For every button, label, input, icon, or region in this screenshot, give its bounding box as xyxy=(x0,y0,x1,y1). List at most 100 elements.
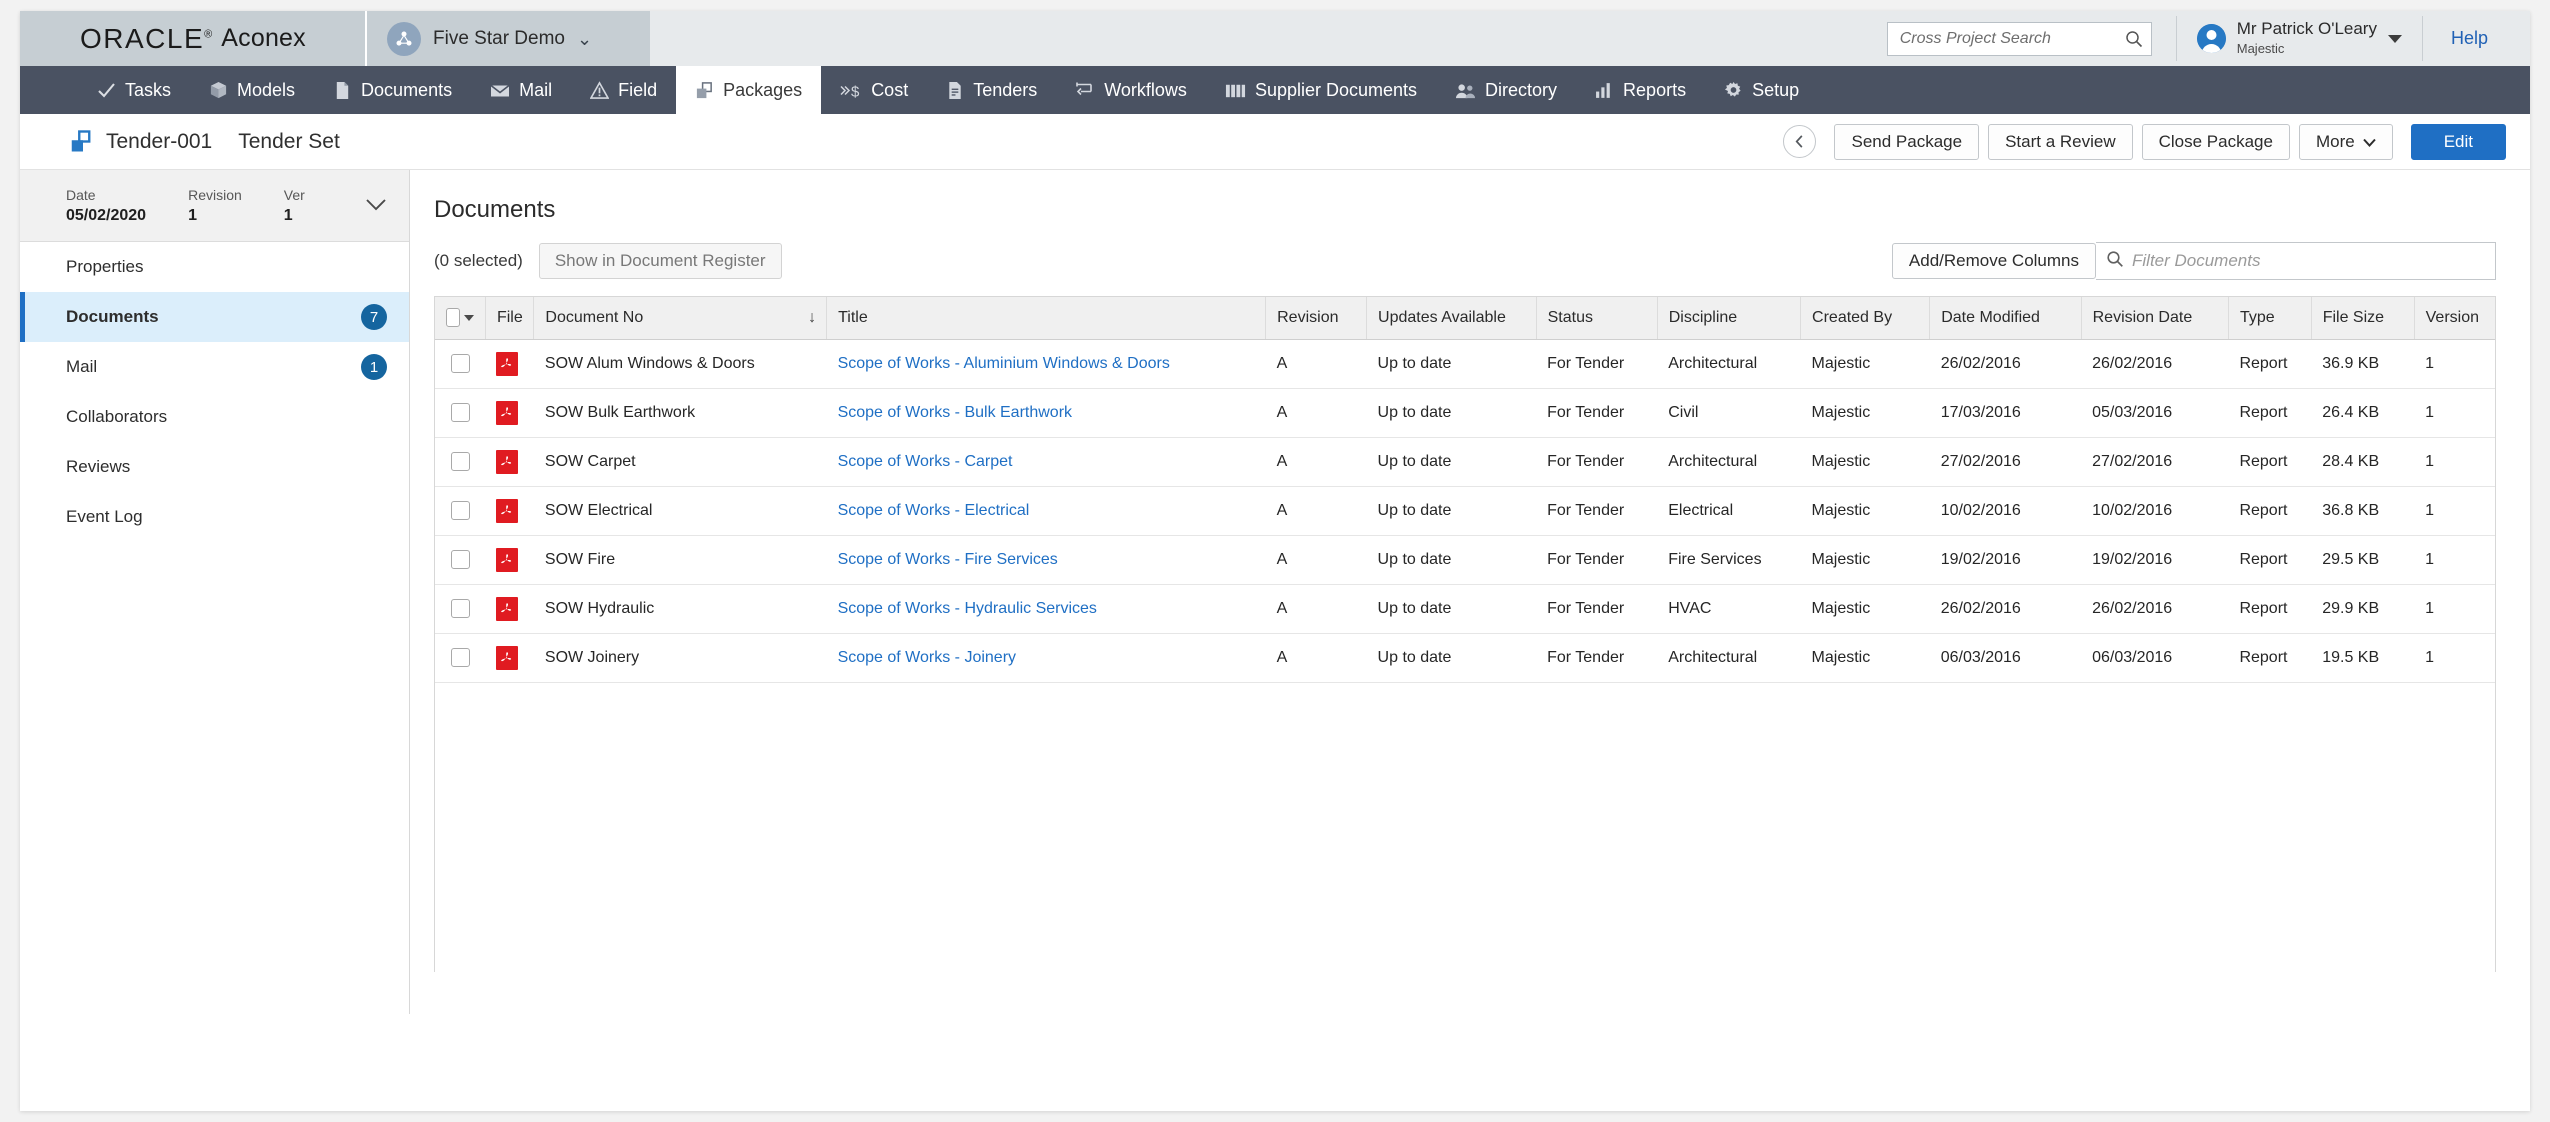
table-row[interactable]: SOW CarpetScope of Works - CarpetAUp to … xyxy=(435,437,2495,486)
row-checkbox[interactable] xyxy=(451,501,470,520)
edit-button[interactable]: Edit xyxy=(2411,124,2506,160)
document-title-link[interactable]: Scope of Works - Carpet xyxy=(838,453,1013,470)
nav-label: Reports xyxy=(1623,80,1686,101)
nav-item-documents[interactable]: Documents xyxy=(314,66,471,114)
pdf-icon xyxy=(496,499,518,523)
column-header-created-by[interactable]: Created By xyxy=(1801,297,1930,339)
filter-input[interactable] xyxy=(2132,251,2485,271)
row-checkbox-cell xyxy=(435,486,485,535)
chevron-down-icon[interactable] xyxy=(365,195,387,216)
sidebar-item-mail[interactable]: Mail 1 xyxy=(20,342,409,392)
sidebar-item-event-log[interactable]: Event Log xyxy=(20,492,409,542)
user-menu[interactable]: Mr Patrick O'Leary Majestic xyxy=(2176,16,2423,61)
project-selector[interactable]: Five Star Demo ⌄ xyxy=(365,11,650,66)
nav-label: Setup xyxy=(1752,80,1799,101)
show-in-document-register-button[interactable]: Show in Document Register xyxy=(539,243,782,279)
column-header-revision[interactable]: Revision xyxy=(1266,297,1367,339)
row-checkbox[interactable] xyxy=(451,452,470,471)
revision-cell: A xyxy=(1266,535,1367,584)
table-row[interactable]: SOW ElectricalScope of Works - Electrica… xyxy=(435,486,2495,535)
packages-icon xyxy=(695,81,714,100)
send-package-button[interactable]: Send Package xyxy=(1834,124,1979,160)
document-title-link[interactable]: Scope of Works - Aluminium Windows & Doo… xyxy=(838,355,1170,372)
sidebar-item-collaborators[interactable]: Collaborators xyxy=(20,392,409,442)
row-checkbox[interactable] xyxy=(451,550,470,569)
date-modified-cell: 26/02/2016 xyxy=(1930,339,2081,388)
table-row[interactable]: SOW Alum Windows & DoorsScope of Works -… xyxy=(435,339,2495,388)
nav-item-setup[interactable]: Setup xyxy=(1705,66,1818,114)
nav-item-cost[interactable]: $ Cost xyxy=(821,66,927,114)
date-modified-cell: 10/02/2016 xyxy=(1930,486,2081,535)
document-title-link[interactable]: Scope of Works - Bulk Earthwork xyxy=(838,404,1072,421)
column-header-revision-date[interactable]: Revision Date xyxy=(2081,297,2228,339)
nav-item-packages[interactable]: Packages xyxy=(676,66,821,114)
nav-label: Cost xyxy=(871,80,908,101)
table-row[interactable]: SOW HydraulicScope of Works - Hydraulic … xyxy=(435,584,2495,633)
bar-chart-icon xyxy=(1595,81,1614,100)
column-header-updates-available[interactable]: Updates Available xyxy=(1367,297,1537,339)
column-header-date-modified[interactable]: Date Modified xyxy=(1930,297,2081,339)
documents-toolbar: (0 selected) Show in Document Register A… xyxy=(434,242,2496,280)
nav-item-directory[interactable]: Directory xyxy=(1436,66,1576,114)
start-a-review-button[interactable]: Start a Review xyxy=(1988,124,2133,160)
column-header-title[interactable]: Title xyxy=(827,297,1266,339)
document-title-link[interactable]: Scope of Works - Fire Services xyxy=(838,551,1058,568)
nav-label: Directory xyxy=(1485,80,1557,101)
pdf-icon xyxy=(496,646,518,670)
document-title-link[interactable]: Scope of Works - Hydraulic Services xyxy=(838,600,1097,617)
nav-item-tasks[interactable]: Tasks xyxy=(78,66,190,114)
page-title: Tender Set xyxy=(238,130,340,154)
row-checkbox[interactable] xyxy=(451,403,470,422)
column-header-status[interactable]: Status xyxy=(1536,297,1657,339)
caret-down-icon[interactable] xyxy=(464,315,474,321)
table-row[interactable]: SOW JoineryScope of Works - JoineryAUp t… xyxy=(435,633,2495,682)
table-row[interactable]: SOW FireScope of Works - Fire ServicesAU… xyxy=(435,535,2495,584)
sidebar-item-label: Documents xyxy=(66,307,159,327)
add-remove-columns-button[interactable]: Add/Remove Columns xyxy=(1892,243,2096,279)
column-header-type[interactable]: Type xyxy=(2228,297,2311,339)
help-link[interactable]: Help xyxy=(2423,28,2512,49)
created-by-cell: Majestic xyxy=(1801,535,1930,584)
row-checkbox[interactable] xyxy=(451,354,470,373)
nav-item-mail[interactable]: Mail xyxy=(471,66,571,114)
nav-label: Tenders xyxy=(973,80,1037,101)
status-cell: For Tender xyxy=(1536,486,1657,535)
nav-item-reports[interactable]: Reports xyxy=(1576,66,1705,114)
sidebar-item-documents[interactable]: Documents 7 xyxy=(20,292,409,342)
nav-item-tenders[interactable]: Tenders xyxy=(927,66,1056,114)
select-all-header[interactable] xyxy=(435,297,485,339)
column-header-version[interactable]: Version xyxy=(2414,297,2495,339)
search-input[interactable] xyxy=(1900,30,2125,48)
sidebar-item-properties[interactable]: Properties xyxy=(20,242,409,292)
created-by-cell: Majestic xyxy=(1801,388,1930,437)
column-header-discipline[interactable]: Discipline xyxy=(1657,297,1800,339)
row-checkbox[interactable] xyxy=(451,599,470,618)
close-package-button[interactable]: Close Package xyxy=(2142,124,2290,160)
search-icon[interactable] xyxy=(2125,30,2143,48)
column-header-file[interactable]: File xyxy=(485,297,533,339)
nav-item-workflows[interactable]: Workflows xyxy=(1056,66,1206,114)
file-size-cell: 29.9 KB xyxy=(2311,584,2414,633)
row-checkbox[interactable] xyxy=(451,648,470,667)
nav-item-field[interactable]: Field xyxy=(571,66,676,114)
back-button[interactable] xyxy=(1783,125,1816,158)
type-cell: Report xyxy=(2228,339,2311,388)
document-title-link[interactable]: Scope of Works - Electrical xyxy=(838,502,1030,519)
table-row[interactable]: SOW Bulk EarthworkScope of Works - Bulk … xyxy=(435,388,2495,437)
column-header-document-no[interactable]: Document No ↓ xyxy=(534,297,827,339)
sidebar-item-reviews[interactable]: Reviews xyxy=(20,442,409,492)
version-cell: 1 xyxy=(2414,486,2495,535)
revision-summary[interactable]: Date 05/02/2020 Revision 1 Ver 1 xyxy=(20,170,409,242)
filter-documents-field[interactable] xyxy=(2096,242,2496,280)
type-cell: Report xyxy=(2228,388,2311,437)
pdf-icon xyxy=(496,548,518,572)
column-header-file-size[interactable]: File Size xyxy=(2311,297,2414,339)
nav-item-models[interactable]: Models xyxy=(190,66,314,114)
more-button[interactable]: More xyxy=(2299,124,2393,160)
nav-item-supplier-documents[interactable]: Supplier Documents xyxy=(1206,66,1436,114)
search-icon xyxy=(2106,250,2124,273)
document-title-link[interactable]: Scope of Works - Joinery xyxy=(838,649,1016,666)
cross-project-search[interactable] xyxy=(1887,22,2152,56)
select-all-checkbox[interactable] xyxy=(446,308,460,327)
sidebar-item-label: Collaborators xyxy=(66,407,167,427)
